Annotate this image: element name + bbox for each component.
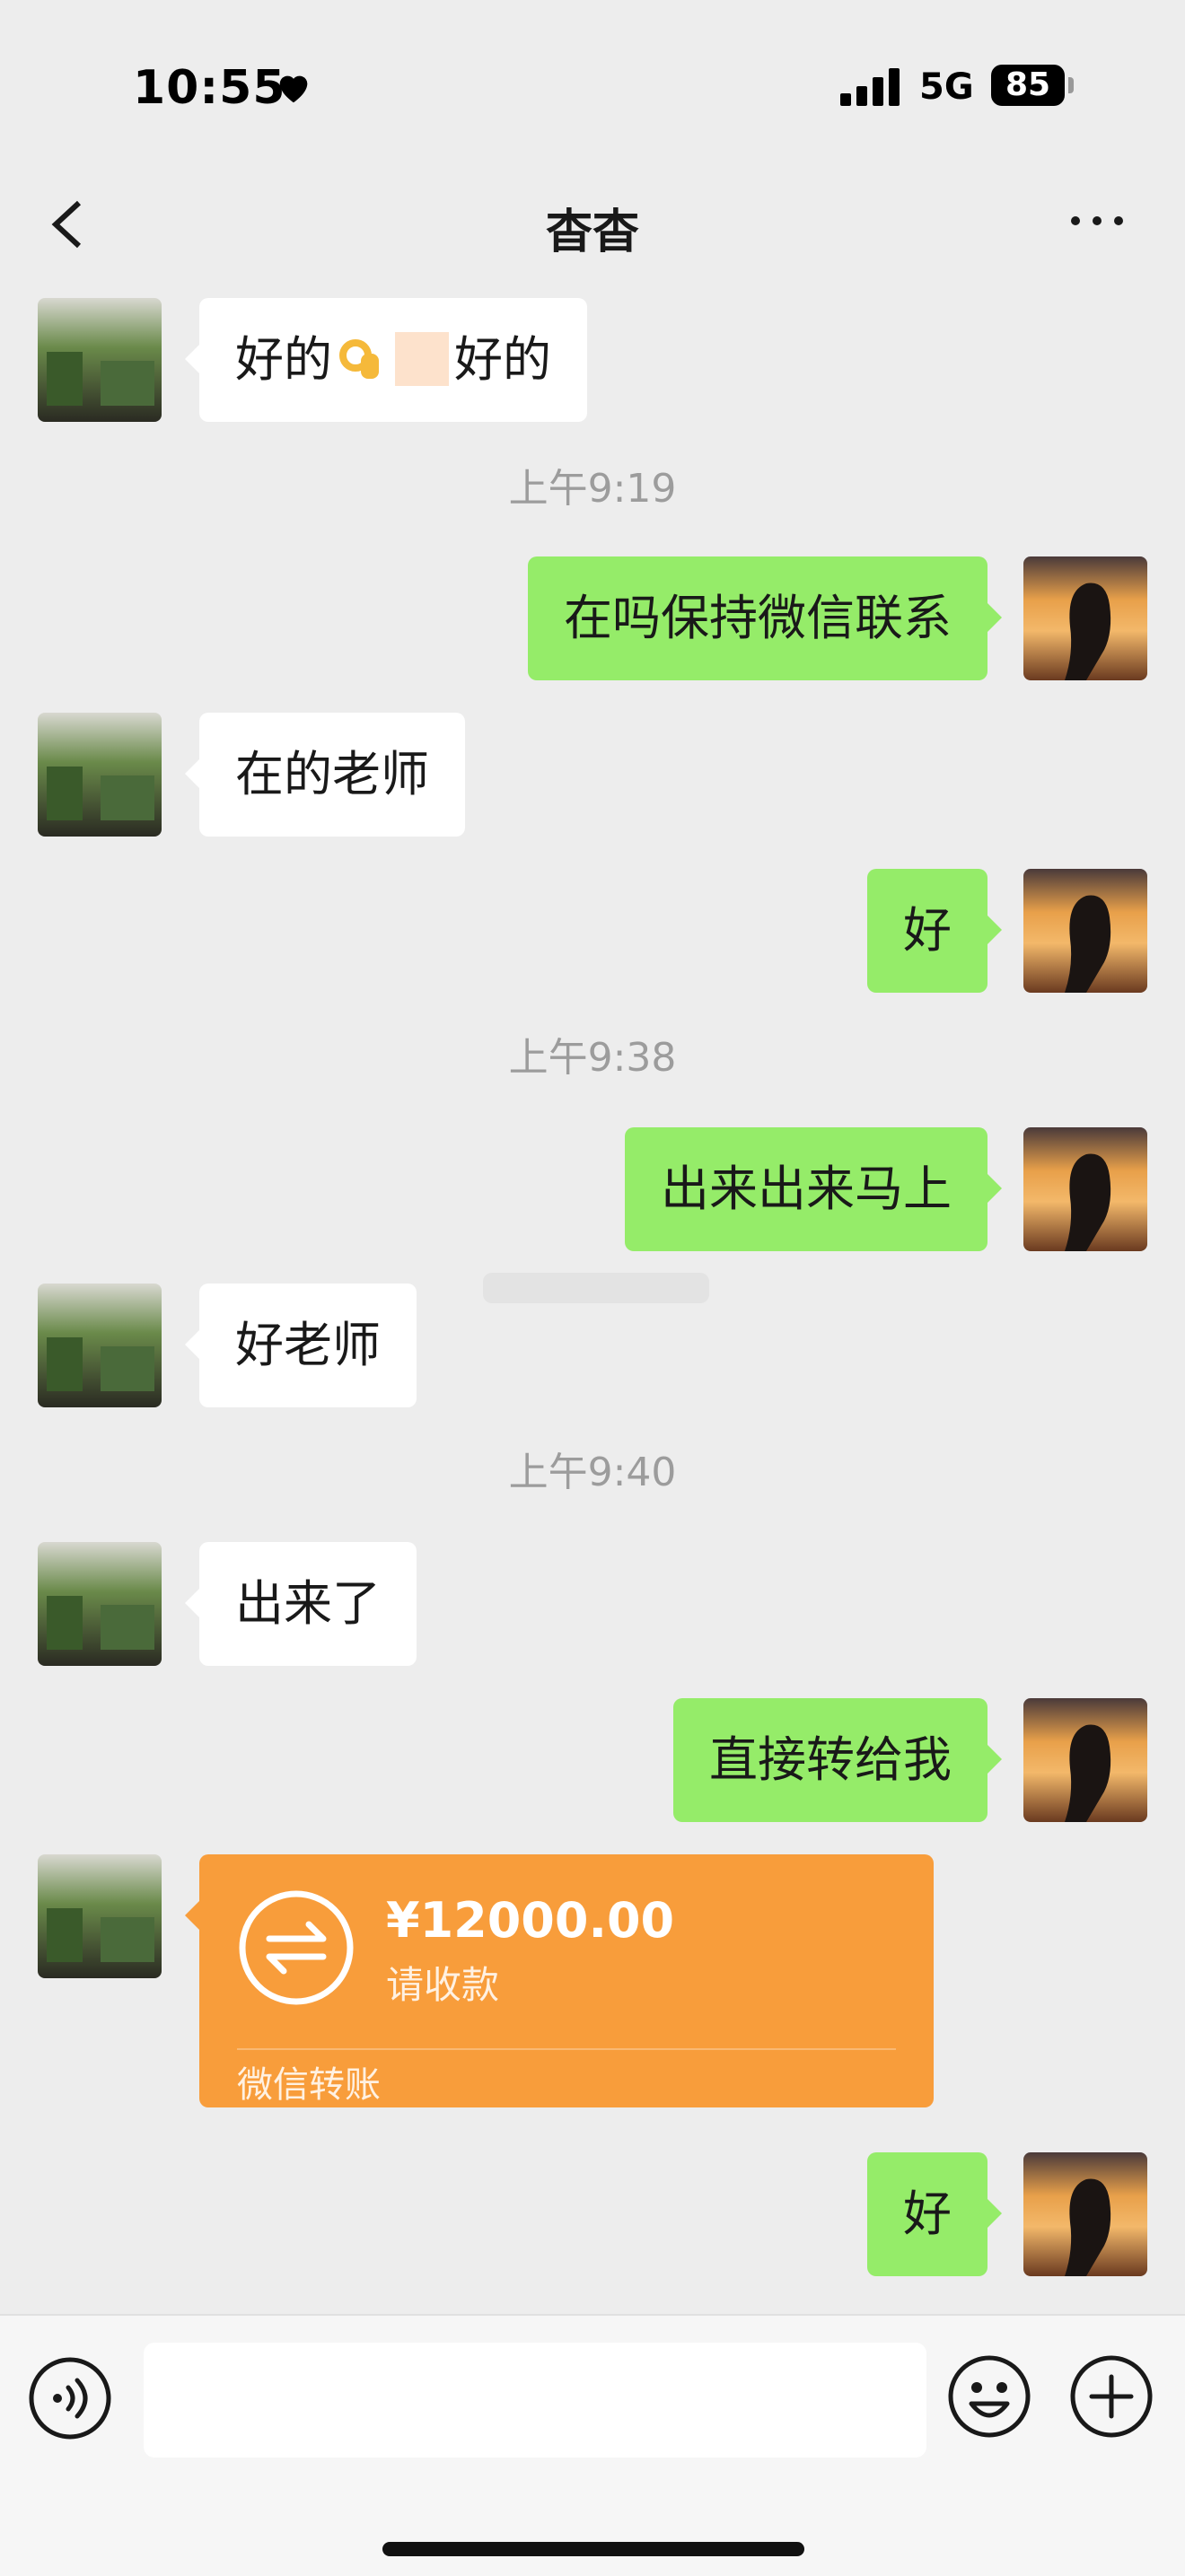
self-avatar[interactable]	[1023, 1698, 1147, 1822]
transfer-card[interactable]: ¥12000.00 请收款 微信转账	[185, 1854, 934, 2107]
message-text: 直接转给我	[709, 1731, 952, 1788]
emoji-icon[interactable]	[946, 2353, 1032, 2440]
message-bubble-outgoing[interactable]: 好	[867, 869, 1002, 993]
signal-icon	[840, 68, 900, 106]
contact-avatar[interactable]	[38, 713, 162, 837]
plus-icon[interactable]	[1068, 2353, 1154, 2440]
message-bubble-outgoing[interactable]: 直接转给我	[673, 1698, 1002, 1822]
heart-icon	[279, 75, 308, 103]
timestamp: 上午9:40	[508, 1450, 677, 1495]
message-text: 在吗保持微信联系	[564, 590, 952, 646]
home-indicator[interactable]	[382, 2542, 804, 2556]
more-dots-icon[interactable]	[1068, 212, 1126, 230]
message-bubble-incoming[interactable]: 好的 好的	[185, 298, 587, 422]
self-avatar[interactable]	[1023, 556, 1147, 680]
message-bubble-incoming[interactable]: 出来了	[185, 1542, 417, 1666]
contact-avatar[interactable]	[38, 1542, 162, 1666]
timestamp: 上午9:38	[508, 1035, 677, 1081]
transfer-subtitle: 请收款	[386, 1963, 500, 2007]
status-time: 10:55	[133, 61, 286, 115]
transfer-footer: 微信转账	[237, 2064, 381, 2106]
message-bubble-incoming[interactable]: 好老师	[185, 1284, 417, 1407]
message-input[interactable]	[144, 2343, 926, 2458]
message-text: 好老师	[235, 1317, 381, 1373]
message-text: 好	[903, 2186, 952, 2242]
message-text: 好的	[235, 331, 332, 388]
network-label: 5G	[919, 66, 974, 108]
message-bubble-outgoing[interactable]: 好	[867, 2152, 1002, 2276]
message-text: 出来了	[235, 1575, 381, 1632]
divider	[237, 2048, 896, 2050]
blurred-overlay	[483, 1273, 709, 1303]
contact-avatar[interactable]	[38, 1284, 162, 1407]
message-text: 好的	[454, 331, 551, 388]
transfer-arrows-icon	[239, 1890, 354, 2005]
message-bubble-incoming[interactable]: 在的老师	[185, 713, 465, 837]
self-avatar[interactable]	[1023, 869, 1147, 993]
message-bubble-outgoing[interactable]: 在吗保持微信联系	[528, 556, 1002, 680]
timestamp: 上午9:19	[508, 466, 677, 512]
transfer-amount: ¥12000.00	[386, 1892, 675, 1949]
self-avatar[interactable]	[1023, 1127, 1147, 1251]
message-bubble-outgoing[interactable]: 出来出来马上	[625, 1127, 1002, 1251]
voice-icon[interactable]	[27, 2355, 113, 2441]
battery-indicator: 85	[991, 65, 1065, 106]
message-text: 在的老师	[235, 746, 429, 802]
contact-avatar[interactable]	[38, 298, 162, 422]
message-text: 好	[903, 902, 952, 959]
chat-title: 杳杳	[545, 206, 639, 259]
self-avatar[interactable]	[1023, 2152, 1147, 2276]
input-bar	[0, 2314, 1185, 2576]
ok-hand-emoji	[339, 339, 379, 380]
message-text: 出来出来马上	[661, 1161, 952, 1217]
battery-tip	[1068, 77, 1074, 93]
emoji-placeholder	[395, 332, 449, 387]
contact-avatar[interactable]	[38, 1854, 162, 1978]
